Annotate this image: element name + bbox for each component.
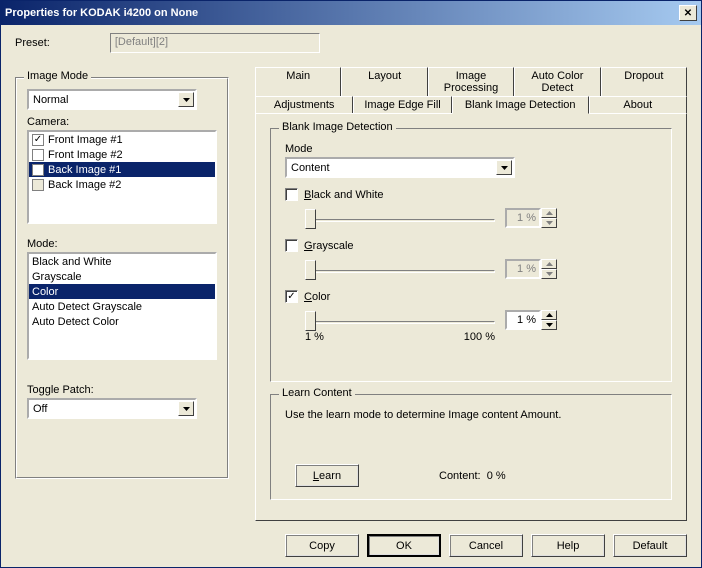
mode-item[interactable]: Auto Detect Color xyxy=(29,314,215,329)
tab-image-edge-fill[interactable]: Image Edge Fill xyxy=(353,96,451,113)
mode-label: Mode: xyxy=(27,238,217,250)
camera-item-label: Front Image #2 xyxy=(48,149,123,161)
chevron-down-icon[interactable] xyxy=(178,401,194,416)
close-button[interactable]: ✕ xyxy=(679,5,697,21)
checkbox-icon[interactable] xyxy=(32,149,44,161)
gs-check-row: Grayscale xyxy=(285,239,657,252)
camera-item[interactable]: Back Image #2 xyxy=(29,177,215,192)
title-bar: Properties for KODAK i4200 on None ✕ xyxy=(1,1,701,25)
bw-spin[interactable] xyxy=(505,208,557,228)
bw-label: Black and White xyxy=(304,189,384,201)
camera-listbox[interactable]: Front Image #1 Front Image #2 Back Image #… xyxy=(27,130,217,224)
color-slider-row xyxy=(305,309,657,331)
color-check-row: Color xyxy=(285,290,657,303)
mode-item[interactable]: Color xyxy=(29,284,215,299)
learn-text: Use the learn mode to determine Image co… xyxy=(285,409,657,421)
learn-content-readout: Content: 0 % xyxy=(439,470,506,482)
camera-item[interactable]: Back Image #1 xyxy=(29,162,215,177)
camera-label: Camera: xyxy=(27,116,217,128)
dialog-button-row: Copy OK Cancel Help Default xyxy=(285,534,687,557)
bw-slider[interactable] xyxy=(305,207,495,229)
checkbox-icon[interactable] xyxy=(32,134,44,146)
image-mode-value: Normal xyxy=(33,94,68,106)
tab-dropout[interactable]: Dropout xyxy=(601,67,687,96)
tab-image-processing[interactable]: Image Processing xyxy=(428,67,514,96)
mode-item[interactable]: Grayscale xyxy=(29,269,215,284)
window-title: Properties for KODAK i4200 on None xyxy=(5,7,679,19)
chevron-down-icon[interactable] xyxy=(496,160,512,175)
gs-checkbox[interactable] xyxy=(285,239,298,252)
bw-slider-row xyxy=(305,207,657,229)
up-icon[interactable] xyxy=(541,259,557,269)
tab-about[interactable]: About xyxy=(589,96,687,113)
toggle-patch-combo[interactable]: Off xyxy=(27,398,197,419)
default-button[interactable]: Default xyxy=(613,534,687,557)
up-icon[interactable] xyxy=(541,310,557,320)
gs-spin-value[interactable] xyxy=(505,259,541,279)
dialog-window: Properties for KODAK i4200 on None ✕ Pre… xyxy=(0,0,702,568)
image-mode-title: Image Mode xyxy=(24,70,91,82)
gs-slider-row xyxy=(305,258,657,280)
help-button[interactable]: Help xyxy=(531,534,605,557)
tab-row-1: MainLayoutImage ProcessingAuto Color Det… xyxy=(255,67,687,96)
bw-spin-value[interactable] xyxy=(505,208,541,228)
cancel-button[interactable]: Cancel xyxy=(449,534,523,557)
chevron-down-icon[interactable] xyxy=(178,92,194,107)
bid-group-title: Blank Image Detection xyxy=(279,121,396,133)
mode-listbox[interactable]: Black and WhiteGrayscaleColorAuto Detect… xyxy=(27,252,217,360)
color-checkbox[interactable] xyxy=(285,290,298,303)
toggle-patch-value: Off xyxy=(33,403,47,415)
down-icon[interactable] xyxy=(541,269,557,279)
camera-item-label: Back Image #2 xyxy=(48,179,121,191)
up-icon[interactable] xyxy=(541,208,557,218)
down-icon[interactable] xyxy=(541,218,557,228)
color-slider[interactable] xyxy=(305,309,495,331)
checkbox-icon[interactable] xyxy=(32,179,44,191)
checkbox-icon[interactable] xyxy=(32,164,44,176)
tab-panel-blank-image-detection: Blank Image Detection Mode Content Black… xyxy=(255,113,687,521)
down-icon[interactable] xyxy=(541,320,557,330)
bid-mode-combo[interactable]: Content xyxy=(285,157,515,178)
learn-button[interactable]: Learn xyxy=(295,464,359,487)
ok-button[interactable]: OK xyxy=(367,534,441,557)
bw-checkbox[interactable] xyxy=(285,188,298,201)
preset-field[interactable]: [Default][2] xyxy=(110,33,320,53)
copy-button[interactable]: Copy xyxy=(285,534,359,557)
mode-item[interactable]: Black and White xyxy=(29,254,215,269)
camera-item[interactable]: Front Image #1 xyxy=(29,132,215,147)
learn-content-group: Learn Content Use the learn mode to dete… xyxy=(270,394,672,500)
tab-main[interactable]: Main xyxy=(255,67,341,96)
gs-slider[interactable] xyxy=(305,258,495,280)
color-label: Color xyxy=(304,291,330,303)
toggle-patch-label: Toggle Patch: xyxy=(27,384,217,396)
camera-item-label: Front Image #1 xyxy=(48,134,123,146)
preset-row: Preset: [Default][2] xyxy=(15,33,320,53)
color-spin-value[interactable] xyxy=(505,310,541,330)
slider-ticks: 1 % 100 % xyxy=(305,331,495,343)
blank-image-detection-group: Blank Image Detection Mode Content Black… xyxy=(270,128,672,382)
color-spin[interactable] xyxy=(505,310,557,330)
mode-item[interactable]: Auto Detect Grayscale xyxy=(29,299,215,314)
bid-mode-value: Content xyxy=(291,162,330,174)
learn-group-title: Learn Content xyxy=(279,387,355,399)
tabs-container: MainLayoutImage ProcessingAuto Color Det… xyxy=(255,67,687,521)
preset-label: Preset: xyxy=(15,37,50,49)
tab-blank-image-detection[interactable]: Blank Image Detection xyxy=(452,96,589,114)
tab-row-2: AdjustmentsImage Edge FillBlank Image De… xyxy=(255,96,687,113)
image-mode-group: Image Mode Normal Camera: Front Image #1… xyxy=(15,77,229,479)
image-mode-combo[interactable]: Normal xyxy=(27,89,197,110)
tab-adjustments[interactable]: Adjustments xyxy=(255,96,353,113)
bw-check-row: Black and White xyxy=(285,188,657,201)
gs-spin[interactable] xyxy=(505,259,557,279)
gs-label: Grayscale xyxy=(304,240,354,252)
tab-auto-color-detect[interactable]: Auto Color Detect xyxy=(514,67,600,96)
bid-mode-label: Mode xyxy=(285,143,657,155)
camera-item[interactable]: Front Image #2 xyxy=(29,147,215,162)
camera-item-label: Back Image #1 xyxy=(48,164,121,176)
tab-layout[interactable]: Layout xyxy=(341,67,427,96)
